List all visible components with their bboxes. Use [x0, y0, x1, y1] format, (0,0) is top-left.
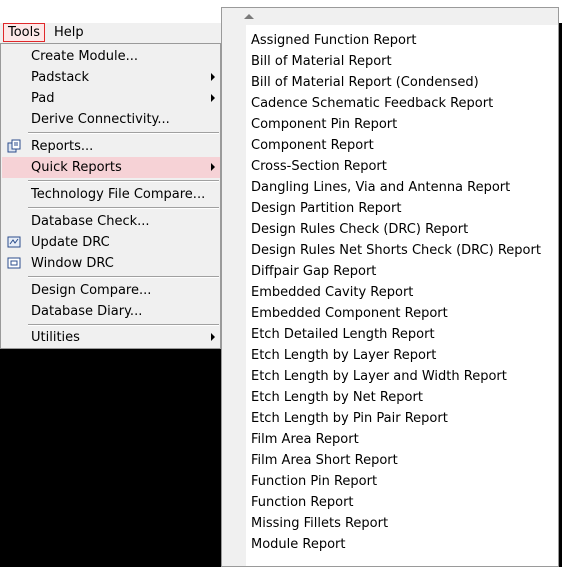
menu-item-label: Technology File Compare... [31, 187, 206, 202]
report-item[interactable]: Function Pin Report [247, 471, 561, 492]
report-item[interactable]: Etch Length by Pin Pair Report [247, 408, 561, 429]
scroll-up-icon [244, 14, 254, 19]
report-item[interactable]: Assigned Function Report [247, 30, 561, 51]
report-item[interactable]: Diffpair Gap Report [247, 261, 561, 282]
submenu-arrow-icon [211, 94, 215, 102]
menu-item-derive-connectivity[interactable]: Derive Connectivity... [2, 109, 220, 130]
menu-item-create-module[interactable]: Create Module... [2, 46, 220, 67]
menu-item-database-check[interactable]: Database Check... [2, 211, 220, 232]
menu-item-label: Design Compare... [31, 283, 152, 298]
menu-item-label: Update DRC [31, 235, 110, 250]
tools-dropdown: Create Module... Padstack Pad Derive Con… [0, 43, 221, 349]
report-item[interactable]: Function Report [247, 492, 561, 513]
menu-separator [28, 207, 219, 209]
report-item[interactable]: Dangling Lines, Via and Antenna Report [247, 177, 561, 198]
menu-item-label: Utilities [31, 330, 80, 345]
menu-separator [28, 180, 219, 182]
report-item[interactable]: Bill of Material Report (Condensed) [247, 72, 561, 93]
menu-item-reports[interactable]: Reports... [2, 136, 220, 157]
menu-item-quick-reports[interactable]: Quick Reports [2, 157, 220, 178]
menu-item-label: Window DRC [31, 256, 114, 271]
menu-item-label: Padstack [31, 70, 89, 85]
report-item[interactable]: Component Pin Report [247, 114, 561, 135]
menu-item-label: Database Check... [31, 214, 150, 229]
report-item[interactable]: Embedded Component Report [247, 303, 561, 324]
submenu-arrow-icon [211, 333, 215, 341]
submenu-scroll-up[interactable] [222, 8, 558, 25]
menu-item-technology-file-compare[interactable]: Technology File Compare... [2, 184, 220, 205]
menu-separator [28, 132, 219, 134]
report-item[interactable]: Component Report [247, 135, 561, 156]
menu-item-utilities[interactable]: Utilities [2, 327, 220, 348]
watermark: CSDN @pinkslip [448, 528, 545, 542]
submenu-gutter [222, 8, 246, 566]
quick-reports-submenu: Assigned Function Report Bill of Materia… [221, 7, 559, 567]
update-drc-icon [7, 236, 21, 248]
menu-item-window-drc[interactable]: Window DRC [2, 253, 220, 274]
report-item[interactable]: Etch Detailed Length Report [247, 324, 561, 345]
menu-bar: Tools Help [0, 23, 230, 43]
reports-icon [7, 139, 21, 153]
menu-help-label: Help [54, 25, 84, 40]
report-item[interactable]: Embedded Cavity Report [247, 282, 561, 303]
report-item[interactable]: Bill of Material Report [247, 51, 561, 72]
submenu-arrow-icon [211, 163, 215, 171]
report-item[interactable]: Design Partition Report [247, 198, 561, 219]
report-item[interactable]: Film Area Short Report [247, 450, 561, 471]
menu-item-label: Create Module... [31, 49, 138, 64]
report-item[interactable]: Cadence Schematic Feedback Report [247, 93, 561, 114]
report-item[interactable]: Etch Length by Layer and Width Report [247, 366, 561, 387]
submenu-arrow-icon [211, 73, 215, 81]
menu-item-label: Quick Reports [31, 160, 122, 175]
menu-tools-label: Tools [8, 25, 41, 40]
menu-item-padstack[interactable]: Padstack [2, 67, 220, 88]
report-item[interactable]: Design Rules Net Shorts Check (DRC) Repo… [247, 240, 561, 261]
menu-item-database-diary[interactable]: Database Diary... [2, 301, 220, 322]
report-item[interactable]: Film Area Report [247, 429, 561, 450]
menu-item-label: Database Diary... [31, 304, 143, 319]
report-item[interactable]: Etch Length by Layer Report [247, 345, 561, 366]
report-item[interactable]: Cross-Section Report [247, 156, 561, 177]
window-drc-icon [7, 257, 21, 269]
menu-help[interactable]: Help [50, 24, 88, 41]
menu-tools[interactable]: Tools [3, 23, 46, 42]
menu-item-design-compare[interactable]: Design Compare... [2, 280, 220, 301]
report-item[interactable]: Etch Length by Net Report [247, 387, 561, 408]
menu-item-label: Pad [31, 91, 55, 106]
menu-separator [28, 324, 219, 326]
menu-item-update-drc[interactable]: Update DRC [2, 232, 220, 253]
menu-item-pad[interactable]: Pad [2, 88, 220, 109]
menu-item-label: Reports... [31, 139, 94, 154]
report-item[interactable]: Design Rules Check (DRC) Report [247, 219, 561, 240]
menu-separator [28, 276, 219, 278]
menu-item-label: Derive Connectivity... [31, 112, 170, 127]
